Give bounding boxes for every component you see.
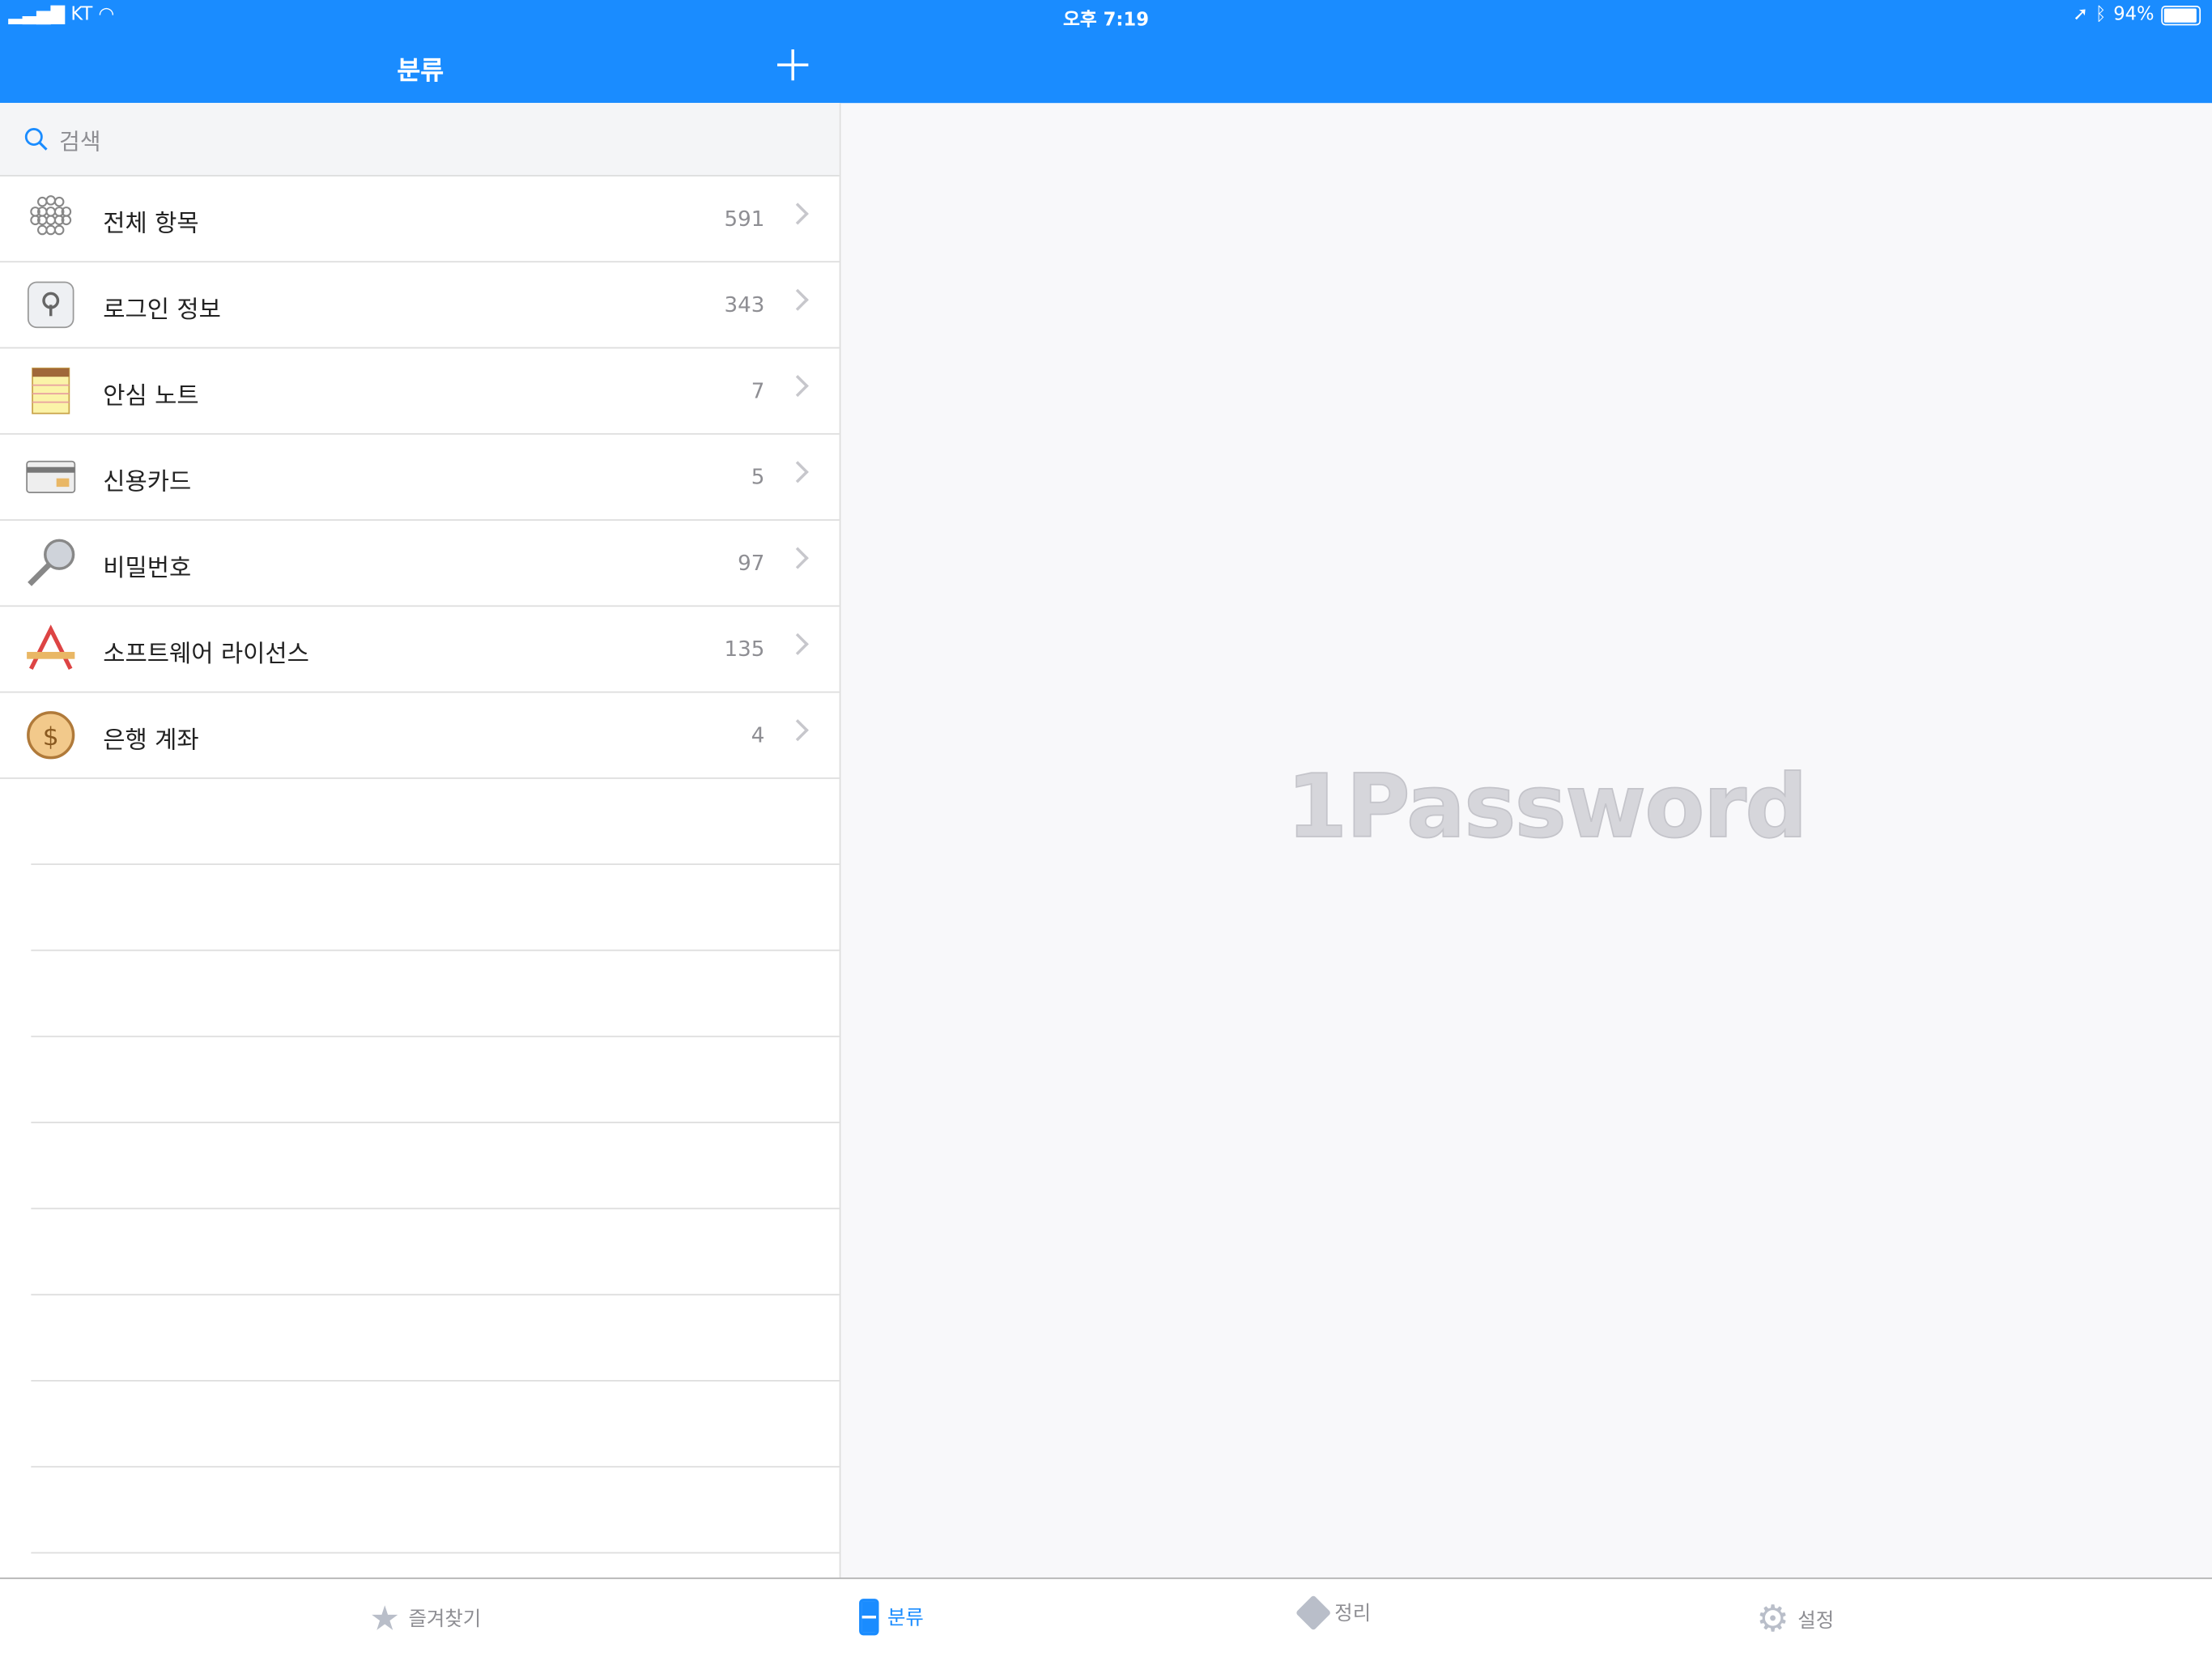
empty-row xyxy=(31,1295,840,1382)
1password-logo: 1Password xyxy=(1286,754,1808,858)
tab-bar: ★ 즐겨찾기 분류 정리 ⚙ 설정 xyxy=(0,1577,2212,1661)
category-row[interactable]: 로그인 정보 343 xyxy=(0,262,840,349)
star-icon: ★ xyxy=(369,1599,400,1638)
svg-text:$: $ xyxy=(43,722,59,752)
category-row[interactable]: $ 은행 계좌 4 xyxy=(0,692,840,779)
tab-label: 설정 xyxy=(1797,1610,1835,1633)
tab-label: 분류 xyxy=(887,1607,924,1630)
chevron-right-icon xyxy=(786,461,809,483)
add-item-button[interactable] xyxy=(777,49,809,81)
bank-account-icon: $ xyxy=(25,709,76,760)
category-row[interactable]: 전체 항목 591 xyxy=(0,177,840,263)
page-title: 분류 xyxy=(397,56,445,87)
battery-icon xyxy=(2161,5,2201,25)
tab-categories[interactable]: 분류 xyxy=(859,1599,924,1636)
tab-label: 즐겨찾기 xyxy=(408,1608,482,1632)
category-label: 로그인 정보 xyxy=(103,296,221,325)
category-count: 5 xyxy=(751,464,765,490)
password-key-icon xyxy=(25,538,76,589)
software-license-icon xyxy=(25,624,76,675)
chevron-right-icon xyxy=(786,547,809,569)
category-label: 신용카드 xyxy=(103,468,192,497)
all-items-icon xyxy=(25,194,76,245)
empty-row xyxy=(31,1037,840,1123)
categories-icon xyxy=(859,1599,879,1636)
top-bar: ▂▃▅▇ KT ◠ 오후 7:19 ➚ ᛒ 94% 분류 xyxy=(0,0,2212,104)
battery-percent: 94% xyxy=(2113,4,2155,26)
bluetooth-icon: ᛒ xyxy=(2095,4,2107,26)
chevron-right-icon xyxy=(786,719,809,742)
chevron-right-icon xyxy=(786,374,809,398)
category-list-pane: 검색 전체 항목 591 로그인 정보 343 안심 노트 7 신용카드 5 비밀번호 97 소프트… xyxy=(0,103,841,1578)
tab-organize[interactable]: 정리 xyxy=(1295,1595,1372,1631)
empty-row xyxy=(31,1382,840,1468)
credit-card-icon xyxy=(25,452,76,503)
chevron-right-icon xyxy=(786,202,809,225)
category-label: 은행 계좌 xyxy=(103,726,199,756)
category-label: 소프트웨어 라이선스 xyxy=(103,641,309,669)
tab-settings[interactable]: ⚙ 설정 xyxy=(1756,1599,1834,1641)
empty-row xyxy=(31,865,840,952)
chevron-right-icon xyxy=(786,632,809,655)
category-count: 4 xyxy=(751,722,765,748)
category-count: 343 xyxy=(724,292,765,318)
category-count: 7 xyxy=(751,377,765,404)
category-count: 135 xyxy=(724,636,765,662)
category-count: 97 xyxy=(738,550,765,576)
search-placeholder: 검색 xyxy=(59,128,101,155)
category-label: 전체 항목 xyxy=(103,210,199,239)
empty-row xyxy=(31,1467,840,1554)
chevron-right-icon xyxy=(786,288,809,311)
category-row[interactable]: 비밀번호 97 xyxy=(0,521,840,607)
empty-row xyxy=(31,1209,840,1296)
tab-label: 정리 xyxy=(1334,1603,1372,1626)
empty-row xyxy=(31,1123,840,1210)
category-label: 안심 노트 xyxy=(103,382,199,411)
empty-row xyxy=(31,779,840,866)
tag-icon xyxy=(1295,1595,1332,1631)
tab-favorites[interactable]: ★ 즐겨찾기 xyxy=(369,1599,481,1638)
category-count: 591 xyxy=(724,206,765,232)
status-right: ➚ ᛒ 94% xyxy=(2073,4,2201,25)
search-icon xyxy=(24,128,48,151)
secure-note-icon xyxy=(25,365,76,416)
category-row[interactable]: 신용카드 5 xyxy=(0,435,840,521)
category-label: 비밀번호 xyxy=(103,554,192,583)
login-icon xyxy=(25,279,76,330)
empty-row xyxy=(31,951,840,1037)
search-input[interactable]: 검색 xyxy=(0,103,840,177)
status-time: 오후 7:19 xyxy=(1063,10,1149,32)
category-row[interactable]: 소프트웨어 라이선스 135 xyxy=(0,607,840,693)
category-row[interactable]: 안심 노트 7 xyxy=(0,348,840,435)
location-icon: ➚ xyxy=(2073,4,2089,26)
gear-icon: ⚙ xyxy=(1756,1599,1789,1642)
